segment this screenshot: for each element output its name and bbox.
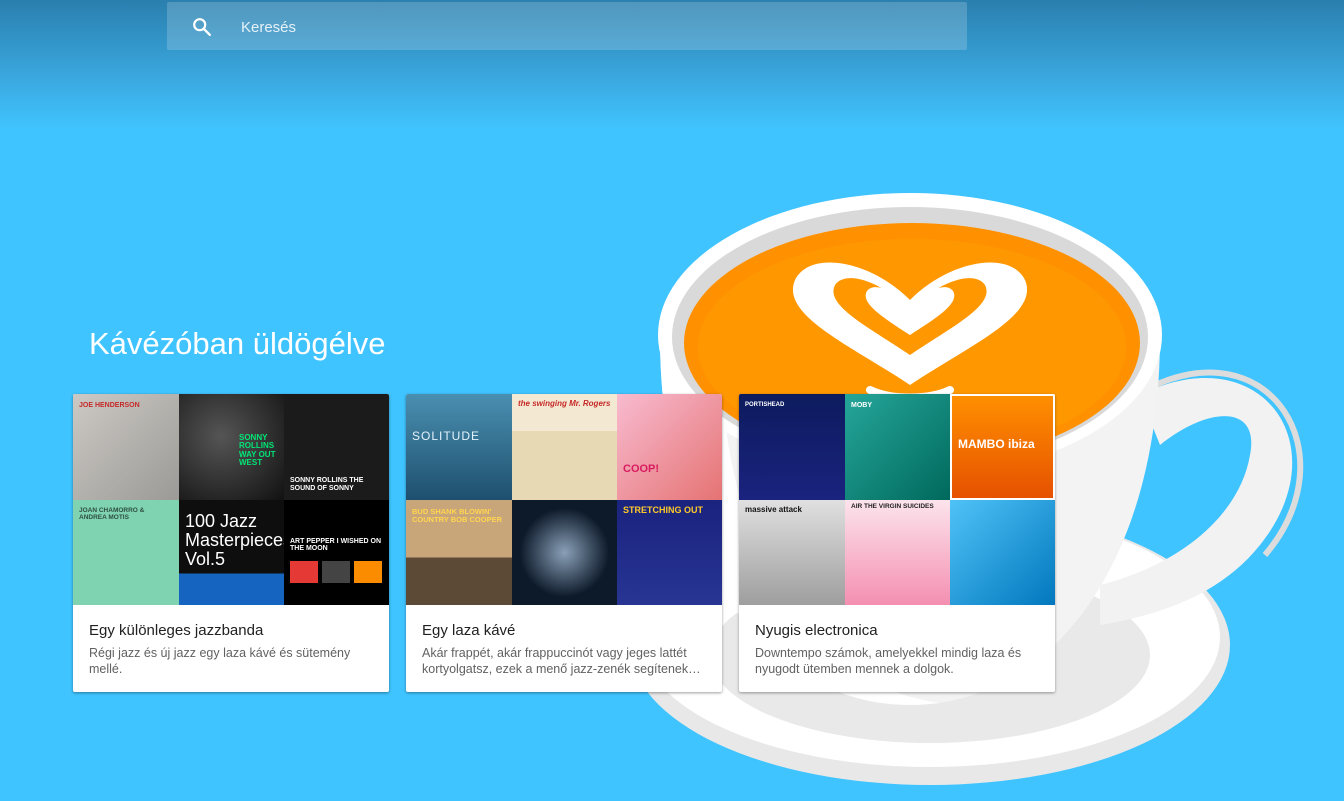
album-cover: COOP! xyxy=(617,394,722,500)
search-bar[interactable] xyxy=(167,2,967,52)
card-description: Downtempo számok, amelyekkel mindig laza… xyxy=(755,646,1022,676)
album-cover: JOAN CHAMORRO & ANDREA MOTIS xyxy=(73,500,179,605)
album-cover: ART PEPPER I WISHED ON THE MOON xyxy=(284,500,389,605)
card-title: Egy különleges jazzbanda xyxy=(89,622,264,639)
album-cover-text: AIR THE VIRGIN SUICIDES xyxy=(851,503,934,510)
search-input[interactable] xyxy=(239,2,943,52)
album-mosaic: JOE HENDERSON SONNY ROLLINS WAY OUT WEST… xyxy=(73,394,389,605)
album-cover-text: MAMBO ibiza xyxy=(958,437,1035,451)
album-cover: 100 Jazz Masterpieces Vol.5 xyxy=(179,500,284,605)
playlist-card-electronica[interactable]: PORTISHEAD MOBY MAMBO ibiza massive atta… xyxy=(739,394,1055,692)
album-cover-text: ART PEPPER I WISHED ON THE MOON xyxy=(290,538,382,553)
album-cover: MAMBO ibiza xyxy=(950,394,1055,500)
album-cover-text: SOLITUDE xyxy=(412,429,481,443)
album-cover: massive attack xyxy=(739,500,845,605)
album-cover: BUD SHANK BLOWIN' COUNTRY BOB COOPER xyxy=(406,500,512,605)
album-cover-text: the swinging Mr. Rogers xyxy=(518,399,611,408)
album-cover: MOBY xyxy=(845,394,950,500)
album-mosaic: SOLITUDE the swinging Mr. Rogers COOP! B… xyxy=(406,394,722,605)
album-mosaic: PORTISHEAD MOBY MAMBO ibiza massive atta… xyxy=(739,394,1055,605)
card-title: Egy laza kávé xyxy=(422,622,516,639)
album-cover-text: STRETCHING OUT xyxy=(623,505,703,515)
playlist-card-jazzbanda[interactable]: JOE HENDERSON SONNY ROLLINS WAY OUT WEST… xyxy=(73,394,389,692)
card-title: Nyugis electronica xyxy=(755,622,878,639)
album-cover: PORTISHEAD xyxy=(739,394,845,500)
album-cover: AIR THE VIRGIN SUICIDES xyxy=(845,500,950,605)
playlist-card-laza-kave[interactable]: SOLITUDE the swinging Mr. Rogers COOP! B… xyxy=(406,394,722,692)
album-cover: STRETCHING OUT xyxy=(617,500,722,605)
album-cover: the swinging Mr. Rogers xyxy=(512,394,617,500)
album-cover: SONNY ROLLINS WAY OUT WEST xyxy=(179,394,284,500)
card-description: Régi jazz és új jazz egy laza kávé és sü… xyxy=(89,646,351,676)
album-cover xyxy=(950,500,1055,605)
album-cover-text: JOE HENDERSON xyxy=(79,402,140,409)
album-cover-text: SONNY ROLLINS WAY OUT WEST xyxy=(239,433,276,468)
album-cover-text: MOBY xyxy=(851,402,872,409)
album-cover-text: JOAN CHAMORRO & ANDREA MOTIS xyxy=(79,507,145,521)
search-icon[interactable] xyxy=(191,16,213,38)
album-cover-text: BUD SHANK BLOWIN' COUNTRY BOB COOPER xyxy=(412,507,503,524)
album-cover: SONNY ROLLINS THE SOUND OF SONNY xyxy=(284,394,389,500)
album-cover-text: SONNY ROLLINS THE SOUND OF SONNY xyxy=(290,477,364,492)
card-description: Akár frappét, akár frappuccinót vagy jeg… xyxy=(422,646,701,676)
album-cover-text: COOP! xyxy=(623,463,660,475)
album-cover xyxy=(512,500,617,605)
album-cover-text: massive attack xyxy=(745,505,802,514)
album-cover: JOE HENDERSON xyxy=(73,394,179,500)
album-cover-text: PORTISHEAD xyxy=(745,402,785,408)
album-cover: SOLITUDE xyxy=(406,394,512,500)
section-title: Kávézóban üldögélve xyxy=(89,326,386,361)
album-cover-text: 100 Jazz Masterpieces Vol.5 xyxy=(185,511,284,569)
